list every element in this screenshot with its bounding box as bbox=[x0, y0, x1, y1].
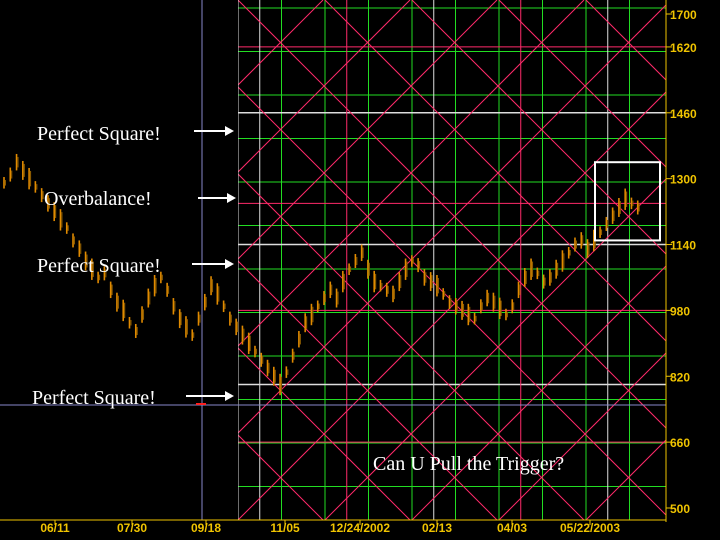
annotation-perfect-square-2: Perfect Square! bbox=[37, 255, 161, 277]
annotation-pull-trigger: Can U Pull the Trigger? bbox=[373, 453, 564, 475]
x-tick-label: 02/13 bbox=[422, 521, 452, 535]
annotation-perfect-square-1: Perfect Square! bbox=[37, 123, 161, 145]
y-tick-label: 1300 bbox=[670, 173, 697, 187]
y-tick-label: 980 bbox=[670, 304, 690, 318]
x-tick-label: 04/03 bbox=[497, 521, 527, 535]
x-tick-label: 05/22/2003 bbox=[560, 521, 620, 535]
x-tick-label: 11/05 bbox=[270, 521, 300, 535]
y-tick-label: 1700 bbox=[670, 8, 697, 22]
annotation-overbalance: Overbalance! bbox=[44, 188, 152, 210]
x-tick-label: 12/24/2002 bbox=[330, 521, 390, 535]
x-tick-label: 07/30 bbox=[117, 521, 147, 535]
y-tick-label: 660 bbox=[670, 436, 690, 450]
y-tick-label: 500 bbox=[670, 502, 690, 516]
y-tick-label: 1460 bbox=[670, 107, 697, 121]
y-tick-label: 820 bbox=[670, 370, 690, 384]
y-tick-label: 1140 bbox=[670, 239, 696, 253]
x-tick-label: 06/11 bbox=[40, 521, 70, 535]
y-tick-label: 1620 bbox=[670, 41, 697, 55]
x-tick-label: 09/18 bbox=[191, 521, 221, 535]
gann-square-chart: 500 660 820 980 1140 1300 1460 1620 1700 06/11 07… bbox=[0, 0, 720, 540]
annotation-perfect-square-3: Perfect Square! bbox=[32, 387, 156, 409]
